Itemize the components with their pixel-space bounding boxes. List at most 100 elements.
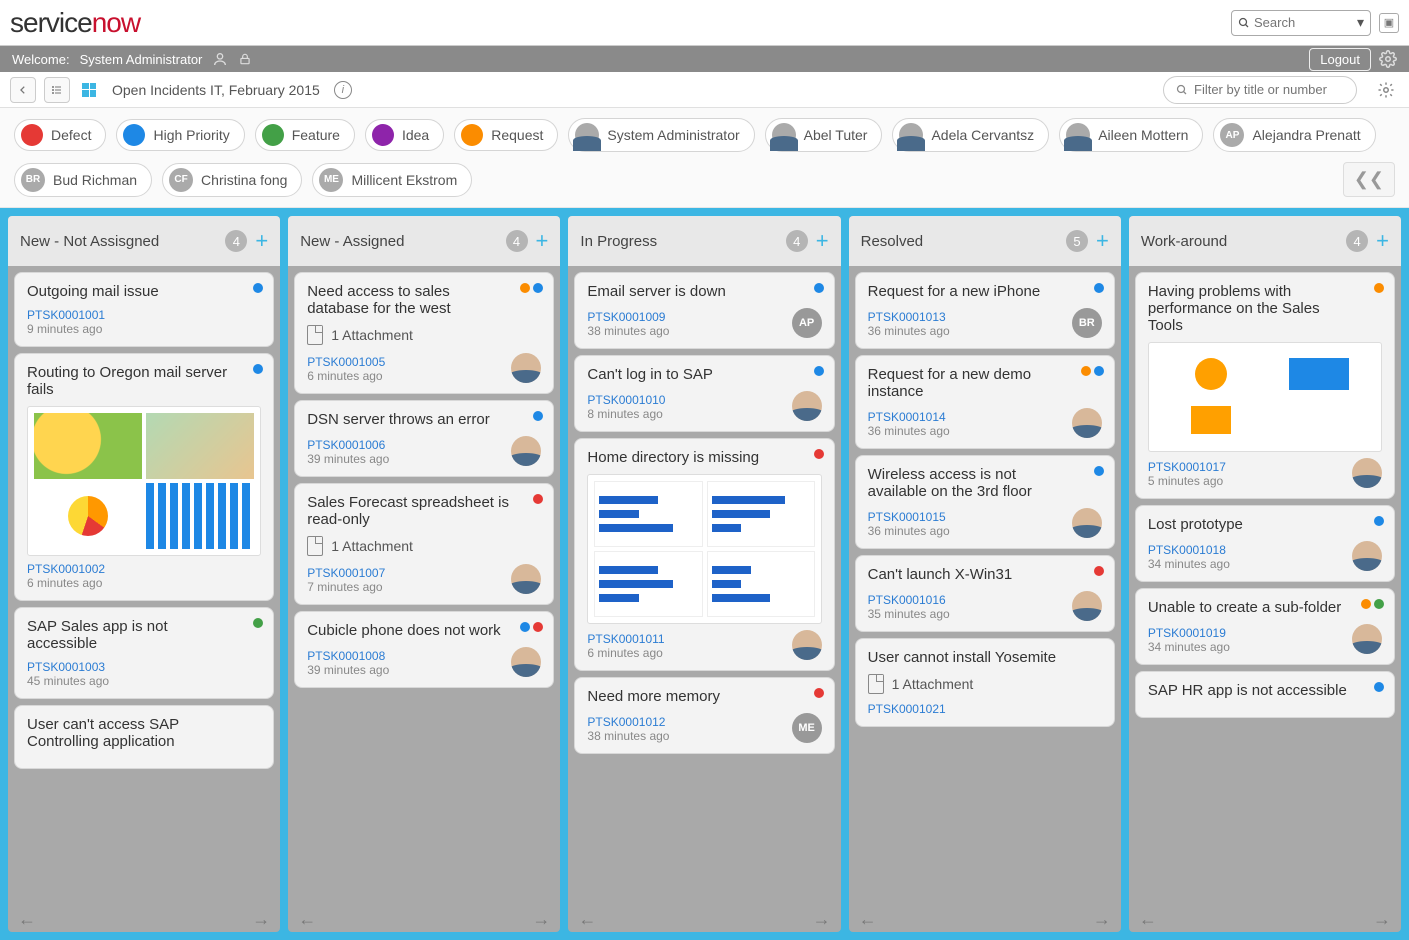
attachment-row[interactable]: 1 Attachment: [868, 674, 1102, 694]
lane-prev-button[interactable]: ←: [18, 909, 36, 930]
ticket-id[interactable]: PTSK0001019: [1148, 626, 1230, 640]
ticket-id[interactable]: PTSK0001017: [1148, 460, 1226, 474]
assignee-avatar: [511, 353, 541, 383]
kanban-card[interactable]: Can't launch X-Win31PTSK000101635 minute…: [855, 555, 1115, 632]
ticket-id[interactable]: PTSK0001001: [27, 308, 105, 322]
ticket-id[interactable]: PTSK0001014: [868, 410, 950, 424]
lane-title: New - Not Assisgned: [20, 233, 159, 250]
lane-count: 4: [1346, 230, 1368, 252]
kanban-card[interactable]: SAP Sales app is not accessiblePTSK00010…: [14, 607, 274, 699]
kanban-card[interactable]: Need more memoryPTSK000101238 minutes ag…: [574, 677, 834, 754]
ticket-id[interactable]: PTSK0001012: [587, 715, 669, 729]
kanban-card[interactable]: User cannot install Yosemite1 Attachment…: [855, 638, 1115, 727]
lane-next-button[interactable]: →: [252, 909, 270, 930]
attachment-row[interactable]: 1 Attachment: [307, 325, 541, 345]
attachment-row[interactable]: 1 Attachment: [307, 536, 541, 556]
tag-dot: [253, 283, 263, 293]
person-pill-3[interactable]: Aileen Mottern: [1059, 118, 1203, 152]
kanban-card[interactable]: Wireless access is not available on the …: [855, 455, 1115, 549]
kanban-card[interactable]: Outgoing mail issuePTSK00010019 minutes …: [14, 272, 274, 347]
kanban-card[interactable]: Need access to sales database for the we…: [294, 272, 554, 394]
lane-prev-button[interactable]: ←: [298, 909, 316, 930]
card-tags: [533, 411, 543, 421]
ticket-id[interactable]: PTSK0001013: [868, 310, 950, 324]
kanban-card[interactable]: Request for a new demo instancePTSK00010…: [855, 355, 1115, 449]
assignee-avatar: [511, 436, 541, 466]
kanban-card[interactable]: Unable to create a sub-folderPTSK0001019…: [1135, 588, 1395, 665]
lane-prev-button[interactable]: ←: [1139, 909, 1157, 930]
lane-next-button[interactable]: →: [532, 909, 550, 930]
tag-pill-3[interactable]: Idea: [365, 119, 444, 151]
global-search[interactable]: ▾: [1231, 10, 1371, 36]
ticket-id[interactable]: PTSK0001018: [1148, 543, 1230, 557]
user-icon[interactable]: [212, 51, 228, 67]
ticket-id[interactable]: PTSK0001021: [868, 702, 946, 716]
add-card-button[interactable]: +: [1376, 228, 1389, 254]
person-pill-1[interactable]: Abel Tuter: [765, 118, 883, 152]
kanban-card[interactable]: Email server is downPTSK000100938 minute…: [574, 272, 834, 349]
lane-next-button[interactable]: →: [1373, 909, 1391, 930]
tag-pill-0[interactable]: Defect: [14, 119, 106, 151]
kanban-card[interactable]: Request for a new iPhonePTSK000101336 mi…: [855, 272, 1115, 349]
kanban-card[interactable]: Cubicle phone does not workPTSK000100839…: [294, 611, 554, 688]
kanban-card[interactable]: SAP HR app is not accessible: [1135, 671, 1395, 718]
lane-next-button[interactable]: →: [1093, 909, 1111, 930]
ticket-id[interactable]: PTSK0001002: [27, 562, 105, 576]
card-title: Can't launch X-Win31: [868, 566, 1102, 583]
add-card-button[interactable]: +: [255, 228, 268, 254]
card-tags: [814, 449, 824, 459]
kanban-card[interactable]: Home directory is missingPTSK00010116 mi…: [574, 438, 834, 671]
card-tags: [253, 283, 263, 293]
kanban-card[interactable]: DSN server throws an errorPTSK000100639 …: [294, 400, 554, 477]
ticket-id[interactable]: PTSK0001016: [868, 593, 950, 607]
add-card-button[interactable]: +: [1096, 228, 1109, 254]
person-pill-6[interactable]: CFChristina fong: [162, 163, 302, 197]
logout-button[interactable]: Logout: [1309, 48, 1371, 71]
search-dropdown-caret[interactable]: ▾: [1357, 14, 1364, 31]
board-filter[interactable]: [1163, 76, 1357, 104]
kanban-card[interactable]: Can't log in to SAPPTSK00010108 minutes …: [574, 355, 834, 432]
back-button[interactable]: [10, 77, 36, 103]
tag-dot: [814, 449, 824, 459]
global-search-input[interactable]: [1254, 15, 1334, 30]
ticket-id[interactable]: PTSK0001015: [868, 510, 950, 524]
ticket-id[interactable]: PTSK0001009: [587, 310, 669, 324]
ticket-id[interactable]: PTSK0001003: [27, 660, 109, 674]
ticket-id[interactable]: PTSK0001011: [587, 632, 664, 646]
ticket-id[interactable]: PTSK0001005: [307, 355, 385, 369]
lane-prev-button[interactable]: ←: [859, 909, 877, 930]
kanban-card[interactable]: User can't access SAP Controlling applic…: [14, 705, 274, 769]
lane-next-button[interactable]: →: [813, 909, 831, 930]
board-settings-icon[interactable]: [1373, 77, 1399, 103]
person-pill-5[interactable]: BRBud Richman: [14, 163, 152, 197]
lane-prev-button[interactable]: ←: [578, 909, 596, 930]
person-pill-4[interactable]: APAlejandra Prenatt: [1213, 118, 1375, 152]
tag-pill-2[interactable]: Feature: [255, 119, 355, 151]
person-pill-7[interactable]: MEMillicent Ekstrom: [312, 163, 472, 197]
collapse-pills-button[interactable]: ❮❮: [1343, 162, 1395, 197]
tag-pill-1[interactable]: High Priority: [116, 119, 244, 151]
assignee-avatar: [792, 391, 822, 421]
kanban-card[interactable]: Lost prototypePTSK000101834 minutes ago: [1135, 505, 1395, 582]
settings-gear-icon[interactable]: [1379, 50, 1397, 68]
kanban-card[interactable]: Sales Forecast spreadsheet is read-only1…: [294, 483, 554, 605]
ticket-id[interactable]: PTSK0001006: [307, 438, 389, 452]
ticket-id[interactable]: PTSK0001008: [307, 649, 389, 663]
person-pill-2[interactable]: Adela Cervantsz: [892, 118, 1049, 152]
board-filter-input[interactable]: [1194, 82, 1344, 97]
lane-header: New - Not Assisgned4+: [8, 216, 280, 266]
info-icon[interactable]: i: [334, 81, 352, 99]
add-card-button[interactable]: +: [816, 228, 829, 254]
board-view-button[interactable]: [82, 83, 96, 97]
ticket-id[interactable]: PTSK0001010: [587, 393, 665, 407]
kanban-card[interactable]: Having problems with performance on the …: [1135, 272, 1395, 499]
tag-dot: [1081, 366, 1091, 376]
tag-pill-4[interactable]: Request: [454, 119, 558, 151]
expand-icon[interactable]: ▣: [1379, 13, 1399, 33]
add-card-button[interactable]: +: [536, 228, 549, 254]
ticket-id[interactable]: PTSK0001007: [307, 566, 385, 580]
person-pill-0[interactable]: System Administrator: [568, 118, 754, 152]
kanban-card[interactable]: Routing to Oregon mail server failsPTSK0…: [14, 353, 274, 601]
lock-icon[interactable]: [238, 52, 252, 66]
list-view-button[interactable]: [44, 77, 70, 103]
